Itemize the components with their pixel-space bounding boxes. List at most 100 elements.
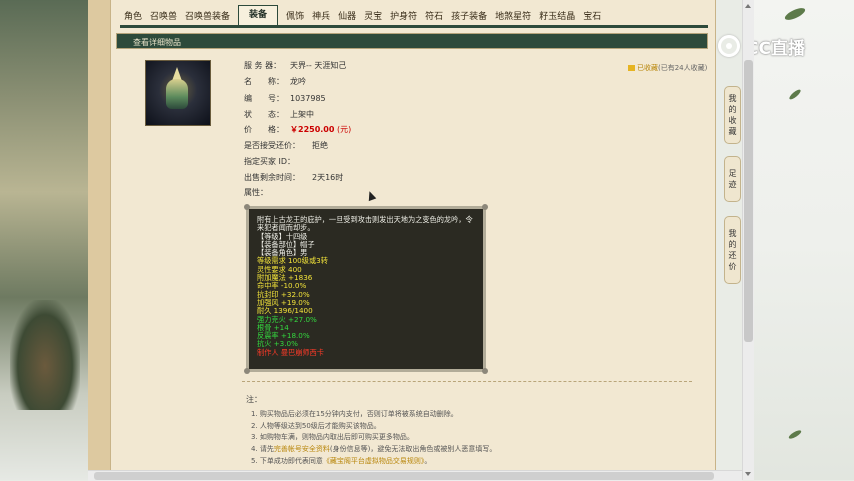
server-row: 服 务 器： 天界-- 天涯知己 [244, 60, 346, 72]
id-row: 编 号： 1037985 [244, 93, 326, 105]
tab-item[interactable]: 仙器 [334, 9, 360, 25]
background-left [0, 0, 88, 480]
helmet-icon [166, 79, 188, 109]
attr-row: 属性： [244, 187, 268, 199]
note-text: 4. 请先 [251, 445, 274, 454]
corner-ornament [482, 204, 488, 210]
time-row: 出售剩余时间： 2天16时 [244, 172, 343, 184]
notes-section: 注： 1. 购买物品后必须在15分钟内支付，否则订单将被系统自动删除。 2. 人物… [246, 394, 496, 468]
notes-title: 注： [246, 395, 262, 404]
tab-item[interactable]: 角色 [120, 9, 146, 25]
tab-item[interactable]: 地煞星符 [491, 9, 535, 25]
name-value: 龙吟 [290, 77, 306, 86]
side-tab-char: 我 [728, 229, 737, 238]
background-right [746, 0, 854, 480]
leaf-decoration [783, 5, 807, 23]
note-item: 5. 下单成功即代表同意《藏宝阁平台虚拟物品交易规则》。 [246, 456, 496, 468]
description-line: 制作人 曼巴崩师西卡 [257, 347, 324, 357]
note-text: 5. 下单成功即代表同意 [251, 456, 323, 465]
tab-item[interactable]: 佩饰 [282, 9, 308, 25]
price-value: ￥2250.00 [290, 125, 335, 134]
attr-label: 属性： [244, 188, 268, 197]
note-item: 2. 人物等级达到50级后才能购买该物品。 [246, 421, 496, 433]
tab-item[interactable]: 护身符 [386, 9, 421, 25]
favorite-status: 已收藏(已有24人收藏) [628, 63, 707, 73]
id-label: 编 号： [244, 94, 284, 103]
server-label: 服 务 器： [244, 61, 282, 70]
side-tab-favorites[interactable]: 我的收藏 [724, 86, 741, 144]
item-image[interactable] [145, 60, 211, 126]
side-tab-char: 藏 [728, 127, 737, 136]
horizontal-scrollbar-thumb[interactable] [94, 472, 714, 480]
time-value: 2天16时 [312, 173, 344, 182]
note-link[interactable]: 完善帐号安全资料 [274, 445, 330, 453]
horizontal-scrollbar[interactable] [88, 470, 742, 481]
note-text: 1. 购买物品后必须在15分钟内支付，否则订单将被系统自动删除。 [251, 410, 458, 418]
tab-item[interactable]: 灵宝 [360, 9, 386, 25]
favorite-link[interactable]: 已收藏 [637, 64, 658, 72]
bargain-label: 是否接受还价： [244, 141, 300, 150]
side-tab-char: 的 [728, 240, 737, 249]
side-tab-char: 的 [728, 105, 737, 114]
tab-item[interactable]: 籽玉结晶 [535, 9, 579, 25]
id-value: 1037985 [290, 94, 326, 103]
cc-live-logo: CC直播 [718, 33, 836, 59]
favorite-count: (已有24人收藏) [658, 64, 708, 72]
tab-item[interactable]: 孩子装备 [447, 9, 491, 25]
leaf-decoration [787, 428, 803, 441]
description-line: 强力克火 +27.0% [257, 314, 317, 324]
vertical-scrollbar[interactable] [742, 0, 754, 480]
side-tab-char: 价 [728, 262, 737, 271]
name-row: 名 称： 龙吟 [244, 76, 306, 88]
side-tab-footprints[interactable]: 足迹 [724, 156, 741, 202]
corner-ornament [482, 368, 488, 374]
side-tab-char: 收 [728, 116, 737, 125]
status-row: 状 态： 上架中 [244, 109, 314, 121]
item-description-box: 附有上古龙王的庇护，一旦受到攻击则发出天地为之变色的龙吟，令 来犯者闻而却步。 【等… [244, 204, 488, 374]
corner-ornament [244, 204, 250, 210]
status-value: 上架中 [290, 110, 314, 119]
price-unit: (元) [336, 125, 352, 134]
name-label: 名 称： [244, 77, 284, 86]
divider [242, 381, 692, 382]
logo-text: CC直播 [746, 38, 805, 59]
cc-logo-icon [718, 35, 740, 57]
price-row: 价 格： ￥2250.00 (元) [244, 124, 351, 136]
tab-item[interactable]: 召唤兽 [146, 9, 181, 25]
favorite-icon [628, 65, 635, 71]
buyer-label: 指定买家 ID： [244, 157, 296, 166]
note-item: 4. 请先完善帐号安全资料(身份信息等)，避免无法取出角色或被别人恶意填写。 [246, 444, 496, 456]
note-text-after: (身份信息等)，避免无法取出角色或被别人恶意填写。 [329, 445, 497, 454]
note-item: 1. 购买物品后必须在15分钟内支付，否则订单将被系统自动删除。 [246, 409, 496, 421]
note-item: 3. 如购物车满，则物品内取出后即可购买更多物品。 [246, 432, 496, 444]
time-label: 出售剩余时间： [244, 173, 300, 182]
note-text: 2. 人物等级达到50级后才能购买该物品。 [251, 421, 381, 430]
corner-ornament [244, 368, 250, 374]
category-tabs: 角色 召唤兽 召唤兽装备 装备 佩饰 神兵 仙器 灵宝 护身符 符石 孩子装备 地煞星符 籽玉结晶 宝石 [120, 5, 708, 28]
tab-item[interactable]: 召唤兽装备 [181, 9, 234, 25]
note-text-after: 。 [424, 456, 432, 465]
scrollbar-thumb[interactable] [744, 60, 753, 342]
bargain-value: 拒绝 [312, 141, 328, 150]
scroll-up-arrow[interactable] [745, 4, 751, 8]
note-text: 3. 如购物车满，则物品内取出后即可购买更多物品。 [251, 433, 414, 442]
bargain-row: 是否接受还价： 拒绝 [244, 140, 328, 152]
tab-item[interactable]: 符石 [421, 9, 447, 25]
tab-item[interactable]: 宝石 [579, 9, 605, 25]
side-tab-char: 足 [728, 169, 737, 178]
leaf-decoration [788, 88, 802, 101]
tab-item[interactable]: 装备 [238, 5, 279, 25]
side-tab-char: 我 [728, 94, 737, 103]
section-title: 查看详细物品 [133, 38, 181, 47]
note-link[interactable]: 《藏宝阁平台虚拟物品交易规则》 [323, 457, 425, 465]
side-tab-my-bargains[interactable]: 我的还价 [724, 216, 741, 284]
buyer-row: 指定买家 ID： [244, 156, 295, 168]
status-label: 状 态： [244, 110, 284, 119]
price-label: 价 格： [244, 125, 284, 134]
tab-item[interactable]: 神兵 [308, 9, 334, 25]
scroll-down-arrow[interactable] [745, 472, 751, 476]
server-value: 天界-- 天涯知己 [290, 61, 347, 70]
section-header: 查看详细物品 [116, 33, 708, 49]
side-tab-char: 还 [728, 251, 737, 260]
side-tab-char: 迹 [728, 180, 737, 189]
